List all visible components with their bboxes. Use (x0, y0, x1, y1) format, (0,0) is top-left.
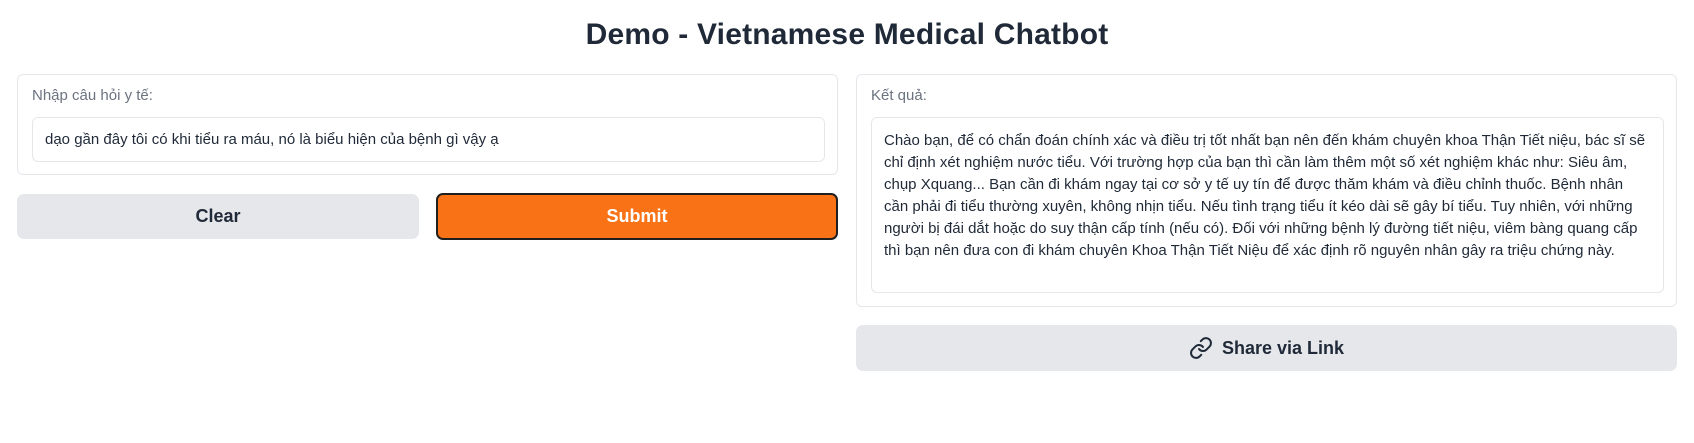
share-via-link-button[interactable]: Share via Link (856, 325, 1677, 371)
link-icon (1189, 336, 1213, 360)
question-label: Nhập câu hỏi y tế: (32, 87, 153, 104)
clear-button[interactable]: Clear (17, 194, 419, 239)
share-button-label: Share via Link (1221, 337, 1345, 358)
answer-text: Chào bạn, để có chẩn đoán chính xác và đ… (871, 117, 1664, 293)
result-label: Kết quả: (871, 87, 927, 104)
submit-button[interactable]: Submit (436, 193, 838, 240)
question-panel: Nhập câu hỏi y tế: (17, 74, 838, 175)
question-input[interactable] (32, 117, 825, 162)
page-title: Demo - Vietnamese Medical Chatbot (585, 18, 1109, 51)
result-panel: Kết quả: Chào bạn, để có chẩn đoán chính… (856, 74, 1677, 307)
